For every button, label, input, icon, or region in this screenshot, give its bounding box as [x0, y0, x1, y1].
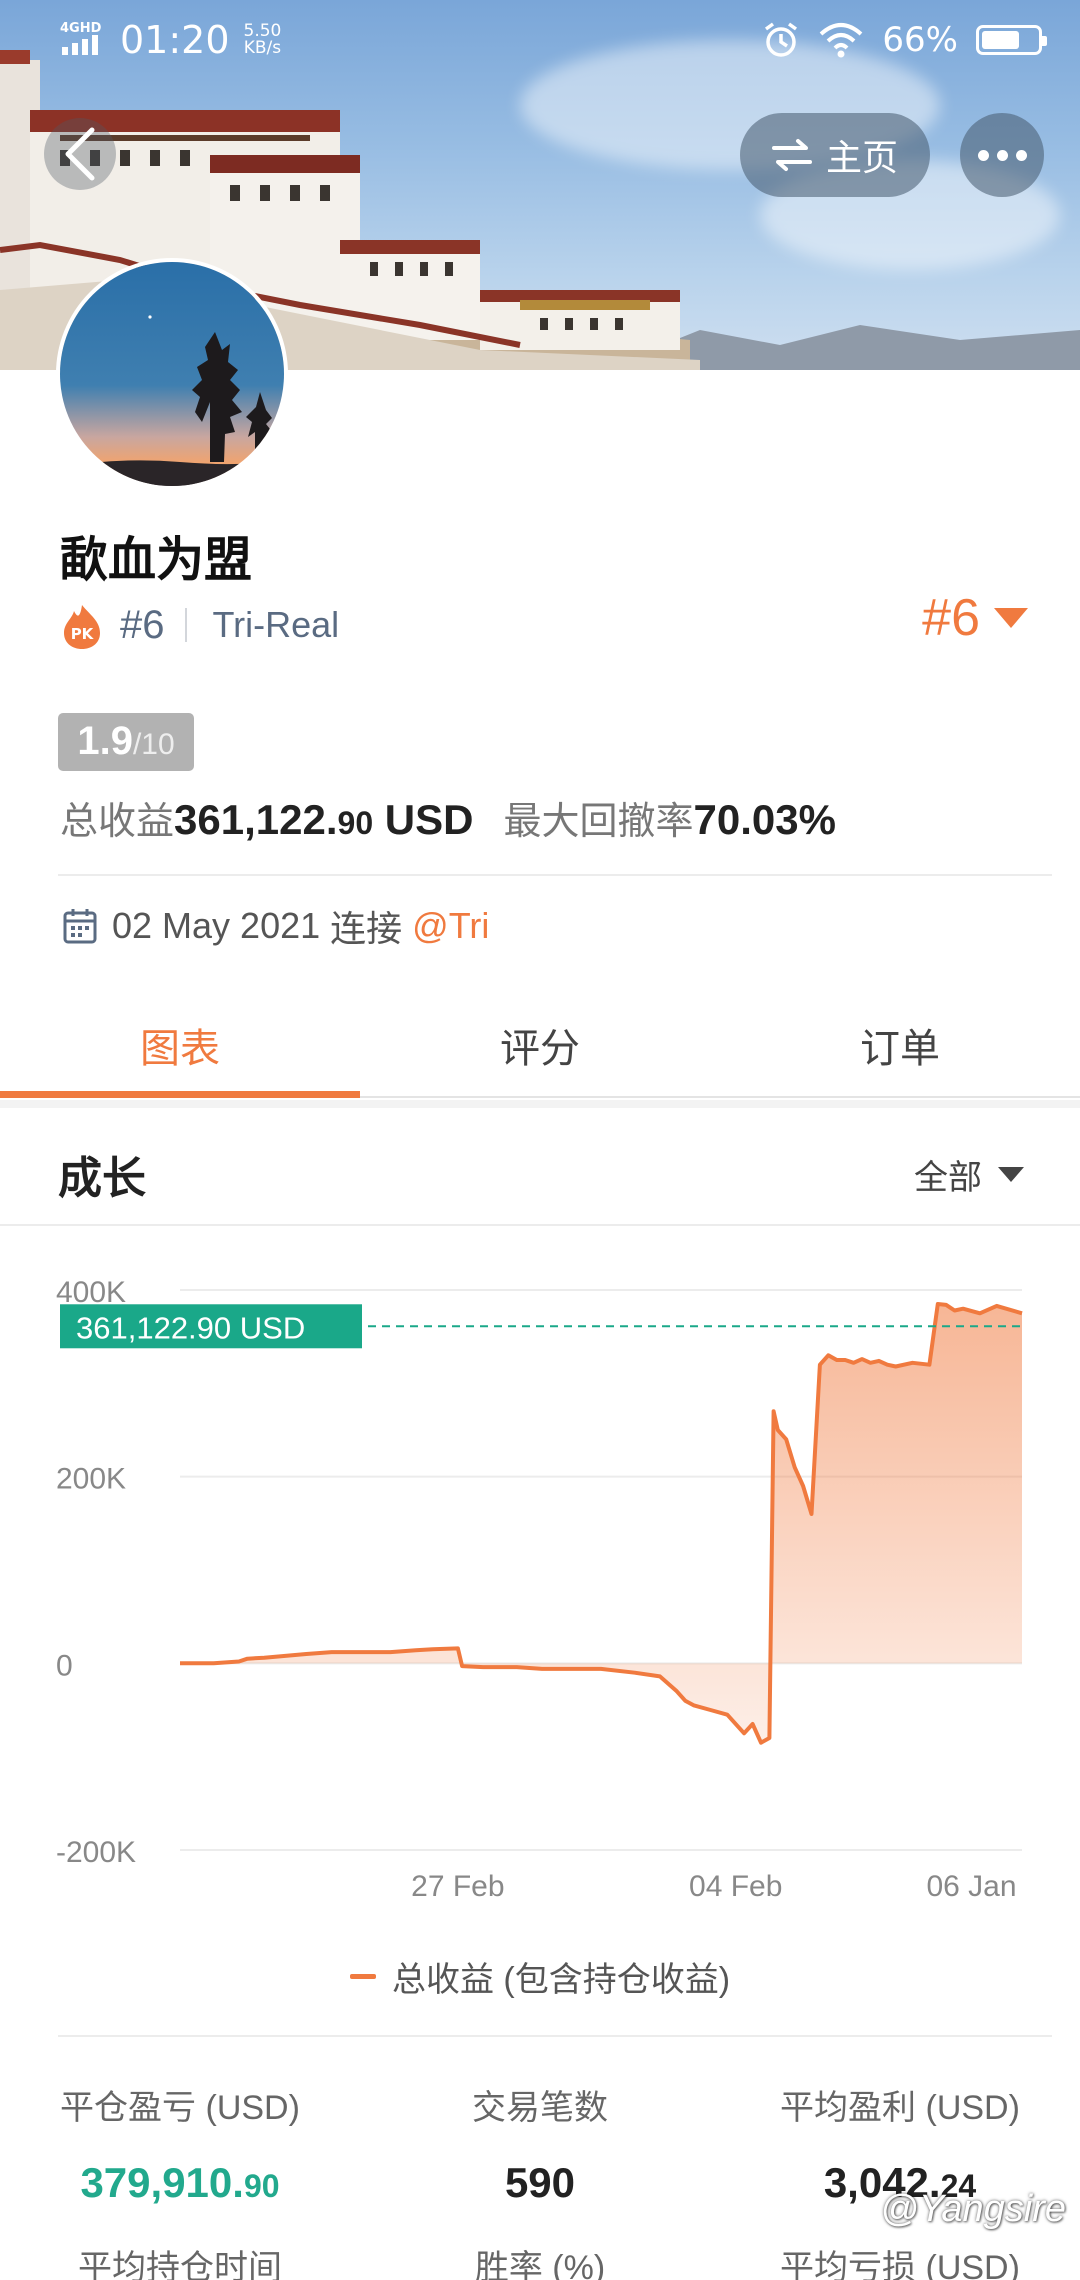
metric-label-avg-loss: 平均亏损 (USD): [780, 2249, 1020, 2280]
metrics-row-2: 平均持仓时间 胜率 (%) 平均亏损 (USD): [0, 2240, 1080, 2280]
tab-rating[interactable]: 评分: [360, 990, 720, 1096]
metric-label: 交易笔数: [472, 2089, 608, 2127]
y-tick-label: 200K: [56, 1463, 126, 1496]
tab-chart[interactable]: 图表: [0, 990, 360, 1098]
legend-swatch: [349, 1974, 376, 1979]
total-profit-label: 总收益: [60, 801, 175, 843]
score-badge: 1.9 /10: [58, 713, 194, 771]
metric-trade-count: 交易笔数 590: [360, 2080, 720, 2207]
status-time: 01:20: [120, 18, 230, 62]
metric-value: 590: [504, 2159, 576, 2206]
metric-closed-pnl: 平仓盈亏 (USD) 379,910.90: [0, 2080, 360, 2207]
rank-number: #6: [120, 602, 165, 647]
max-drawdown-label: 最大回撤率: [503, 801, 694, 843]
profit-summary: 总收益 361,122.90 USD 最大回撤率 70.03%: [60, 790, 836, 845]
score-max: /10: [132, 728, 175, 761]
more-dots-icon: [977, 149, 989, 161]
alarm-icon: [765, 22, 798, 57]
growth-chart[interactable]: 400K 200K 0 -200K 27 Feb 04 Feb 06 Jan 361,122.…: [0, 1240, 1080, 1900]
x-tick-label: 27 Feb: [411, 1870, 504, 1900]
growth-header: 成长 全部: [0, 1110, 1080, 1226]
user-name: 歃血为盟: [60, 532, 253, 588]
connect-user-link[interactable]: @Tri: [412, 905, 489, 947]
total-profit-value: 361,122.90 USD: [174, 796, 474, 843]
y-tick-label: 400K: [56, 1276, 126, 1309]
divider: [58, 874, 1052, 876]
current-value-label: 361,122.90 USD: [76, 1310, 305, 1345]
rank-separator: [184, 608, 187, 642]
chart-legend: 总收益 (包含持仓收益): [0, 1952, 1080, 2001]
divider: [58, 2035, 1052, 2037]
calendar-icon: [63, 909, 97, 944]
y-tick-label: -200K: [56, 1836, 136, 1869]
connect-label: 连接: [330, 908, 403, 949]
x-tick-label: 04 Feb: [689, 1870, 782, 1900]
battery-percentage: 66%: [882, 20, 958, 60]
rank-badge-value: #6: [922, 589, 980, 647]
home-button-label: 主页: [825, 137, 898, 178]
rank-line: PK #6 Tri-Real: [60, 598, 339, 652]
rank-dropdown[interactable]: #6: [922, 588, 1028, 648]
legend-label: 总收益 (包含持仓收益): [391, 1961, 731, 1999]
growth-chart-svg: 400K 200K 0 -200K 27 Feb 04 Feb 06 Jan 361,122.…: [56, 1276, 1023, 1900]
swap-icon: [771, 139, 812, 171]
caret-down-icon: [994, 608, 1028, 628]
caret-down-icon: [998, 1167, 1024, 1182]
tab-orders[interactable]: 订单: [720, 990, 1080, 1096]
metric-label: 平均盈利 (USD): [780, 2089, 1020, 2127]
battery-icon: [976, 25, 1047, 55]
period-filter-label: 全部: [914, 1159, 982, 1197]
section-gap: [0, 1100, 1080, 1108]
more-button[interactable]: [960, 113, 1044, 197]
network-type: 4GHD: [60, 20, 102, 36]
series-area: [180, 1304, 1022, 1743]
account-type: Tri-Real: [212, 604, 340, 645]
metric-label-avg-hold-time: 平均持仓时间: [78, 2249, 282, 2280]
network-speed: 5.50 KB/s: [243, 21, 282, 58]
connect-info: 02 May 2021 连接 @Tri: [62, 900, 489, 952]
signal-icon: 4GHD: [60, 22, 106, 59]
wifi-icon: [820, 23, 863, 58]
x-tick-label: 06 Jan: [926, 1870, 1016, 1900]
tab-bar: 图表 评分 订单: [0, 990, 1080, 1098]
svg-text:PK: PK: [71, 625, 95, 643]
home-button[interactable]: 主页: [740, 113, 930, 197]
pk-flame-icon: PK: [60, 603, 104, 649]
metric-value: 379,910.90: [80, 2159, 280, 2206]
metric-label-win-rate: 胜率 (%): [474, 2249, 606, 2280]
max-drawdown-value: 70.03%: [693, 796, 836, 843]
connect-date: 02 May 2021: [112, 905, 321, 946]
chevron-left-icon: [65, 127, 95, 181]
score-value: 1.9: [77, 719, 133, 763]
y-tick-label: 0: [56, 1649, 73, 1682]
watermark: @Yangsire: [880, 2188, 1066, 2230]
avatar[interactable]: [56, 258, 288, 490]
status-bar: 4GHD 01:20 5.50 KB/s 66%: [0, 0, 1080, 84]
period-filter-dropdown[interactable]: 全部: [914, 1150, 1024, 1199]
growth-title: 成长: [58, 1154, 146, 1203]
back-button[interactable]: [44, 118, 116, 190]
metric-label: 平仓盈亏 (USD): [60, 2089, 300, 2127]
